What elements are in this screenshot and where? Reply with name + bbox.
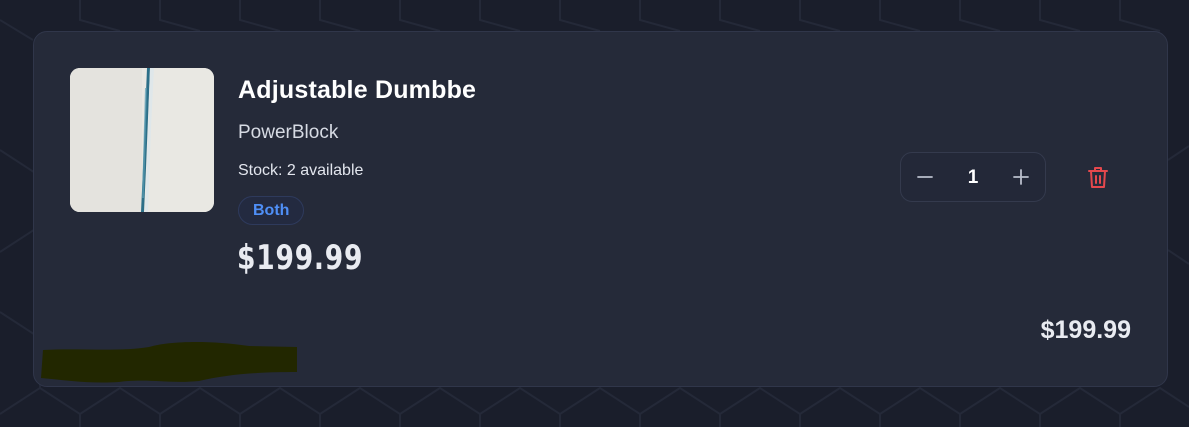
product-image[interactable] xyxy=(70,68,214,212)
minus-icon xyxy=(917,176,933,178)
unit-price: $199.99 xyxy=(237,238,364,278)
stock-status: Stock: 2 available xyxy=(238,162,364,179)
quantity-stepper: 1 xyxy=(900,152,1046,202)
quantity-value: 1 xyxy=(967,167,979,188)
line-total: $199.99 xyxy=(1040,316,1131,344)
cart-item-card: Adjustable Dumbbe PowerBlock Stock: 2 av… xyxy=(33,31,1168,387)
redaction-mark xyxy=(41,341,297,383)
trash-icon xyxy=(1088,167,1108,188)
category-badge: Both xyxy=(238,196,305,225)
product-photo-icon xyxy=(70,68,214,212)
product-name[interactable]: Adjustable Dumbbe xyxy=(238,76,476,105)
decrement-button[interactable] xyxy=(901,153,949,201)
increment-button[interactable] xyxy=(997,153,1045,201)
remove-item-button[interactable] xyxy=(1084,163,1112,191)
plus-icon xyxy=(1013,169,1029,185)
product-brand: PowerBlock xyxy=(238,122,339,143)
